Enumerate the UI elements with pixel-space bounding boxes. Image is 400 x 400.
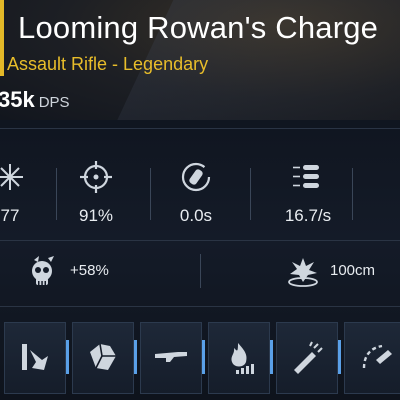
dps-unit: DPS bbox=[38, 94, 70, 111]
crosshair-icon bbox=[80, 161, 112, 193]
weapon-name: Looming Rowan's Charge bbox=[18, 10, 379, 45]
mod-divider bbox=[338, 340, 341, 374]
mod-divider bbox=[134, 340, 137, 374]
stat-fire-rate[interactable]: 16.7/s bbox=[268, 150, 348, 240]
dps-readout: 35k DPS bbox=[0, 87, 70, 113]
rocket-burst-icon bbox=[294, 341, 323, 374]
bullet-arc-icon bbox=[362, 344, 392, 369]
weapon-header: Looming Rowan's Charge Assault Rifle - L… bbox=[0, 0, 400, 120]
mod-slot-6[interactable] bbox=[344, 322, 400, 394]
mod-slot-1[interactable] bbox=[4, 322, 66, 394]
stats-row: 77 91% 0.0s 16.7/s bbox=[0, 150, 400, 240]
perk-value: 100cm bbox=[330, 262, 376, 279]
dps-value: 35k bbox=[0, 87, 35, 112]
magazine-icon bbox=[395, 160, 400, 194]
mod-slot-3[interactable] bbox=[140, 322, 202, 394]
stat-reload[interactable]: 0.0s bbox=[156, 150, 236, 240]
reload-icon bbox=[181, 162, 211, 192]
mod-divider bbox=[270, 340, 273, 374]
mod-divider bbox=[66, 340, 69, 374]
mod-slot-2[interactable] bbox=[72, 322, 134, 394]
weapon-type-rarity: Assault Rifle - Legendary bbox=[7, 54, 209, 74]
stats-divider bbox=[0, 240, 400, 241]
stat-value: 91% bbox=[78, 206, 114, 225]
stat-value: 77 bbox=[0, 206, 20, 225]
header-divider bbox=[0, 128, 400, 129]
ammo-icon bbox=[293, 165, 319, 188]
rifle-icon bbox=[155, 352, 187, 362]
stat-divider bbox=[352, 168, 353, 220]
perks-row: +58% 100cm bbox=[0, 242, 400, 302]
perk-divider bbox=[200, 254, 201, 288]
stat-damage[interactable]: 77 bbox=[0, 150, 50, 240]
crystal-icon bbox=[90, 343, 116, 370]
explosion-radius-icon bbox=[288, 258, 318, 287]
perk-value: +58% bbox=[70, 262, 109, 279]
stat-accuracy[interactable]: 91% bbox=[56, 150, 136, 240]
mods-row bbox=[0, 322, 400, 400]
mod-slot-5[interactable] bbox=[276, 322, 338, 394]
stat-magazine[interactable] bbox=[372, 150, 400, 240]
stat-value: 0.0s bbox=[179, 206, 213, 225]
stat-divider bbox=[150, 168, 151, 220]
stat-divider bbox=[250, 168, 251, 220]
damage-icon bbox=[0, 164, 23, 190]
mod-slot-4[interactable] bbox=[208, 322, 270, 394]
fire-level-icon bbox=[231, 343, 254, 374]
perks-divider bbox=[0, 306, 400, 307]
skull-crit-icon bbox=[32, 256, 54, 285]
mod-divider bbox=[202, 340, 205, 374]
knockback-icon bbox=[22, 344, 48, 370]
stat-value: 16.7/s bbox=[284, 206, 332, 225]
rarity-accent-bar bbox=[0, 0, 4, 76]
